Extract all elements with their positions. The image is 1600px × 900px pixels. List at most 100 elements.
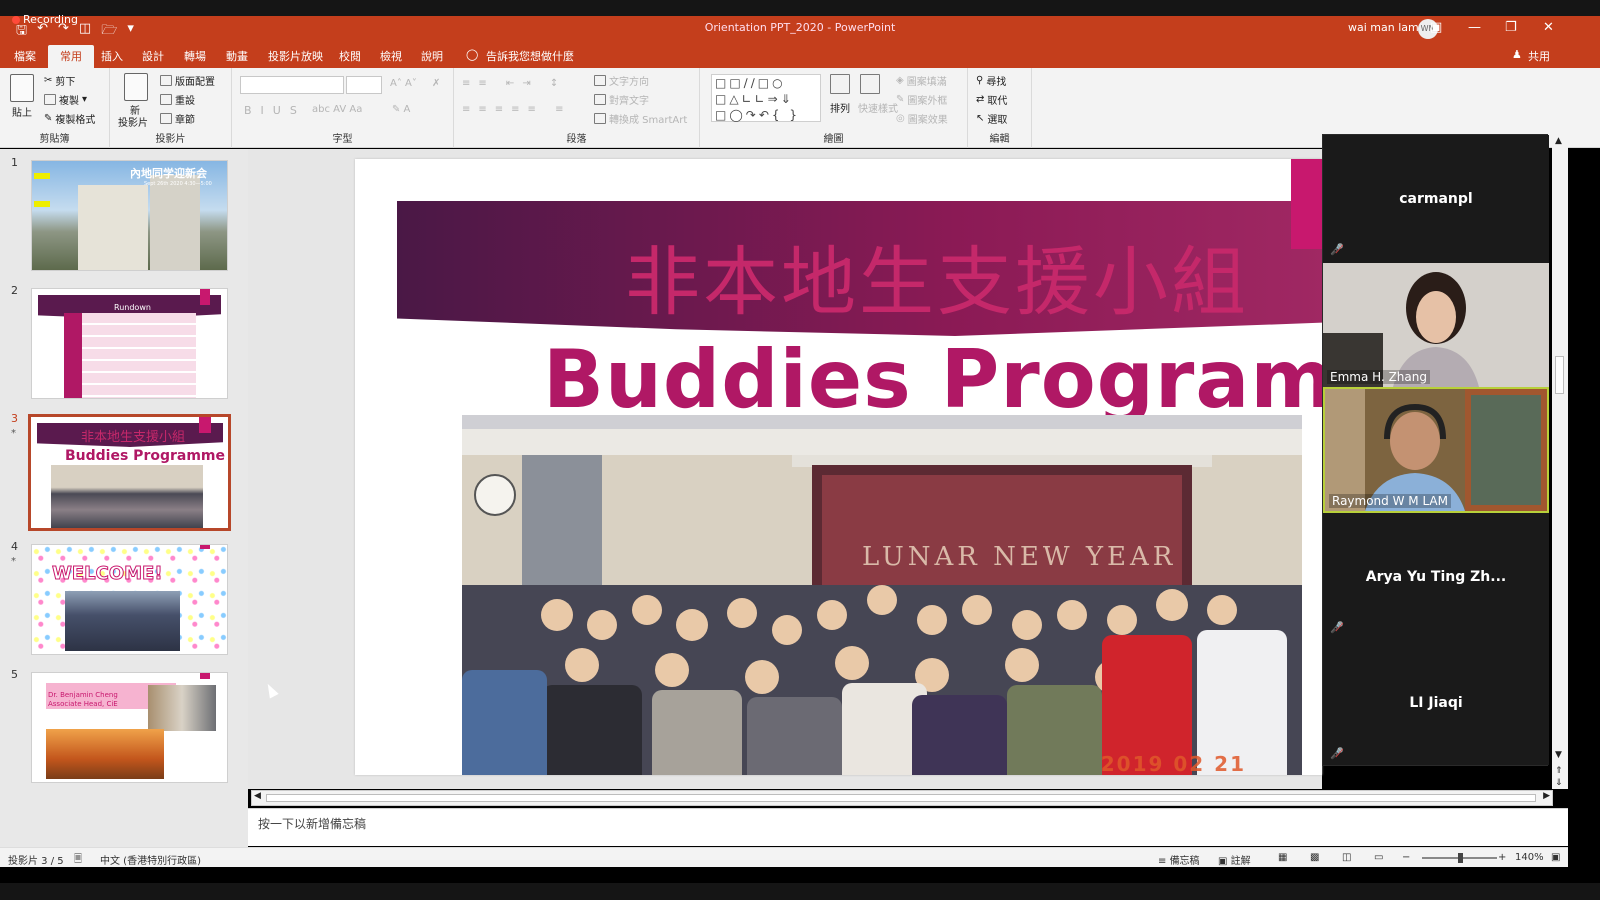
find-button[interactable]: ⚲ 尋找: [976, 73, 1006, 88]
align-icons[interactable]: ≡≡≡≡≡ ≡: [462, 104, 571, 115]
scroll-right-icon[interactable]: ▶: [1543, 791, 1550, 801]
tab-design[interactable]: 設計: [142, 48, 164, 64]
next-slide-icon[interactable]: ⇓: [1555, 778, 1563, 788]
scroll-left-icon[interactable]: ◀: [254, 791, 261, 801]
notes-pane[interactable]: 按一下以新增備忘稿: [248, 808, 1568, 846]
tell-me-search[interactable]: 告訴我您想做什麼: [486, 48, 574, 64]
slide-title-chinese[interactable]: 非本地生支援小組: [625, 221, 1249, 330]
zoom-slider-thumb[interactable]: [1458, 853, 1463, 863]
zoom-in-icon[interactable]: +: [1498, 852, 1506, 863]
quick-styles-icon[interactable]: [860, 74, 880, 94]
grow-font-icon[interactable]: A˄ A˅: [390, 78, 417, 89]
align-text-button[interactable]: 對齊文字: [594, 92, 649, 107]
smartart-icon: [594, 113, 606, 124]
language-indicator[interactable]: 中文 (香港特別行政區): [100, 852, 201, 867]
font-size-select[interactable]: [346, 76, 382, 94]
slide-title-english[interactable]: Buddies Programme: [543, 333, 1322, 426]
slide-thumbnail-4[interactable]: WELCOME!: [31, 544, 228, 655]
section-button[interactable]: 章節: [160, 111, 195, 126]
replace-button[interactable]: ⇄ 取代: [976, 92, 1007, 107]
reading-view-icon[interactable]: ◫: [1342, 852, 1351, 863]
tab-help[interactable]: 說明: [421, 48, 443, 64]
smartart-button[interactable]: 轉換成 SmartArt: [594, 111, 687, 126]
font-family-select[interactable]: [240, 76, 344, 94]
copy-button[interactable]: 複製 ▾: [44, 92, 87, 107]
fit-to-window-icon[interactable]: ▣: [1551, 852, 1560, 863]
paste-button[interactable]: 貼上: [12, 104, 32, 119]
paste-icon[interactable]: [10, 74, 34, 102]
tab-animations[interactable]: 動畫: [226, 48, 248, 64]
tab-home[interactable]: 常用: [48, 45, 94, 68]
slide-sorter-icon[interactable]: ▩: [1310, 852, 1319, 863]
scroll-thumb[interactable]: [266, 794, 1536, 802]
previous-slide-icon[interactable]: ⇑: [1555, 766, 1563, 776]
restore-icon[interactable]: ❐: [1505, 20, 1517, 35]
group-paragraph: ≡≡ ⇤⇥ ↕ 文字方向 對齊文字 轉換成 SmartArt ≡≡≡≡≡ ≡ 段…: [454, 68, 700, 148]
slide-thumbnail-1[interactable]: 內地同学迎新会 Sept 26th 2020 4:30—5:00: [31, 160, 228, 271]
tab-file[interactable]: 檔案: [14, 48, 36, 64]
minimize-icon[interactable]: —: [1468, 20, 1481, 35]
group-photo[interactable]: LUNAR NEW YEAR 2019 02 21: [462, 415, 1302, 775]
spellcheck-icon[interactable]: 🗏: [74, 852, 82, 869]
zoom-slider[interactable]: [1422, 853, 1497, 863]
notes-toggle[interactable]: ≡ 備忘稿: [1158, 852, 1200, 867]
group-label-drawing: 繪圖: [823, 134, 844, 145]
rundown-table: [64, 313, 196, 398]
group-photo-illustration: LUNAR NEW YEAR: [462, 415, 1302, 775]
share-icon[interactable]: ♟: [1512, 48, 1522, 61]
select-button[interactable]: ↖ 選取: [976, 111, 1007, 126]
participant-tile[interactable]: Arya Yu Ting Zh... 🎤̸: [1323, 513, 1549, 639]
arrange-button[interactable]: 排列: [830, 100, 850, 115]
tab-view[interactable]: 檢視: [380, 48, 402, 64]
horizontal-scrollbar[interactable]: ◀ ▶: [251, 790, 1553, 806]
screen-top-bar: [0, 0, 1600, 16]
shape-fill-button[interactable]: ◈ 圖案填滿: [896, 73, 947, 88]
slide-thumbnail-5[interactable]: Dr. Benjamin Cheng Associate Head, CiE: [31, 672, 228, 783]
clear-formatting-icon[interactable]: ✗: [432, 78, 440, 89]
new-slide-icon[interactable]: [124, 73, 148, 101]
participant-tile[interactable]: LI Jiaqi 🎤̸: [1323, 639, 1549, 765]
highlight-color-icon[interactable]: ✎ A: [392, 104, 410, 115]
participant-video-tile[interactable]: Emma H. Zhang: [1323, 263, 1549, 387]
quick-styles-button[interactable]: 快速樣式: [858, 100, 898, 115]
vertical-scrollbar[interactable]: ▲ ▼ ⇑ ⇓: [1552, 134, 1568, 789]
participant-video-tile-active-speaker[interactable]: Raymond W M LAM: [1323, 387, 1549, 513]
slide-indicator: 投影片 3 / 5: [8, 856, 64, 867]
slide-thumbnail-2[interactable]: Rundown: [31, 288, 228, 399]
shape-outline-button[interactable]: ✎ 圖案外框: [896, 92, 947, 107]
participant-tile[interactable]: carmanpl 🎤̸: [1323, 135, 1549, 263]
zoom-out-icon[interactable]: −: [1402, 852, 1410, 863]
text-direction-button[interactable]: 文字方向: [594, 73, 649, 88]
slide-thumbnail-3[interactable]: 非本地生支援小組 Buddies Programme: [28, 414, 231, 531]
comments-toggle[interactable]: ▣ 註解: [1218, 852, 1251, 867]
normal-view-icon[interactable]: ▦: [1278, 852, 1287, 863]
tab-review[interactable]: 校閱: [339, 48, 361, 64]
scroll-down-icon[interactable]: ▼: [1555, 750, 1562, 760]
new-slide-button[interactable]: 投影片: [118, 114, 148, 129]
format-painter-button[interactable]: ✎ 複製格式: [44, 111, 95, 126]
ribbon-display-options-icon[interactable]: ▣: [1430, 20, 1442, 35]
scroll-thumb[interactable]: [1555, 356, 1564, 394]
zoom-level[interactable]: 140%: [1515, 852, 1544, 863]
slideshow-icon[interactable]: ▭: [1374, 852, 1383, 863]
slide-number: 1: [11, 156, 18, 169]
tab-transitions[interactable]: 轉場: [184, 48, 206, 64]
audience-photo: [65, 591, 180, 651]
user-name[interactable]: wai man lam: [1348, 21, 1419, 34]
arrange-icon[interactable]: [830, 74, 850, 94]
scroll-up-icon[interactable]: ▲: [1555, 136, 1562, 146]
reset-button[interactable]: 重設: [160, 92, 195, 107]
cut-button[interactable]: ✂ 剪下: [44, 73, 75, 88]
tab-slideshow[interactable]: 投影片放映: [268, 48, 323, 64]
share-button[interactable]: 共用: [1528, 48, 1550, 64]
shape-effects-button[interactable]: ◎ 圖案效果: [896, 111, 948, 126]
list-icons[interactable]: ≡≡ ⇤⇥ ↕: [462, 78, 566, 89]
strikethrough-icon[interactable]: abc AV Aa: [312, 104, 362, 115]
shapes-gallery[interactable]: □□∕∕□○ □△∟∟⇒⇓ □◯↷↶{ }: [711, 74, 821, 122]
font-style-icons[interactable]: BIUS: [244, 104, 306, 117]
close-icon[interactable]: ✕: [1543, 20, 1554, 35]
tab-insert[interactable]: 插入: [101, 48, 123, 64]
layout-button[interactable]: 版面配置: [160, 73, 215, 88]
current-slide[interactable]: 非本地生支援小組 Buddies Programme LUNAR NEW YEA…: [355, 159, 1322, 775]
notes-placeholder[interactable]: 按一下以新增備忘稿: [258, 815, 366, 832]
